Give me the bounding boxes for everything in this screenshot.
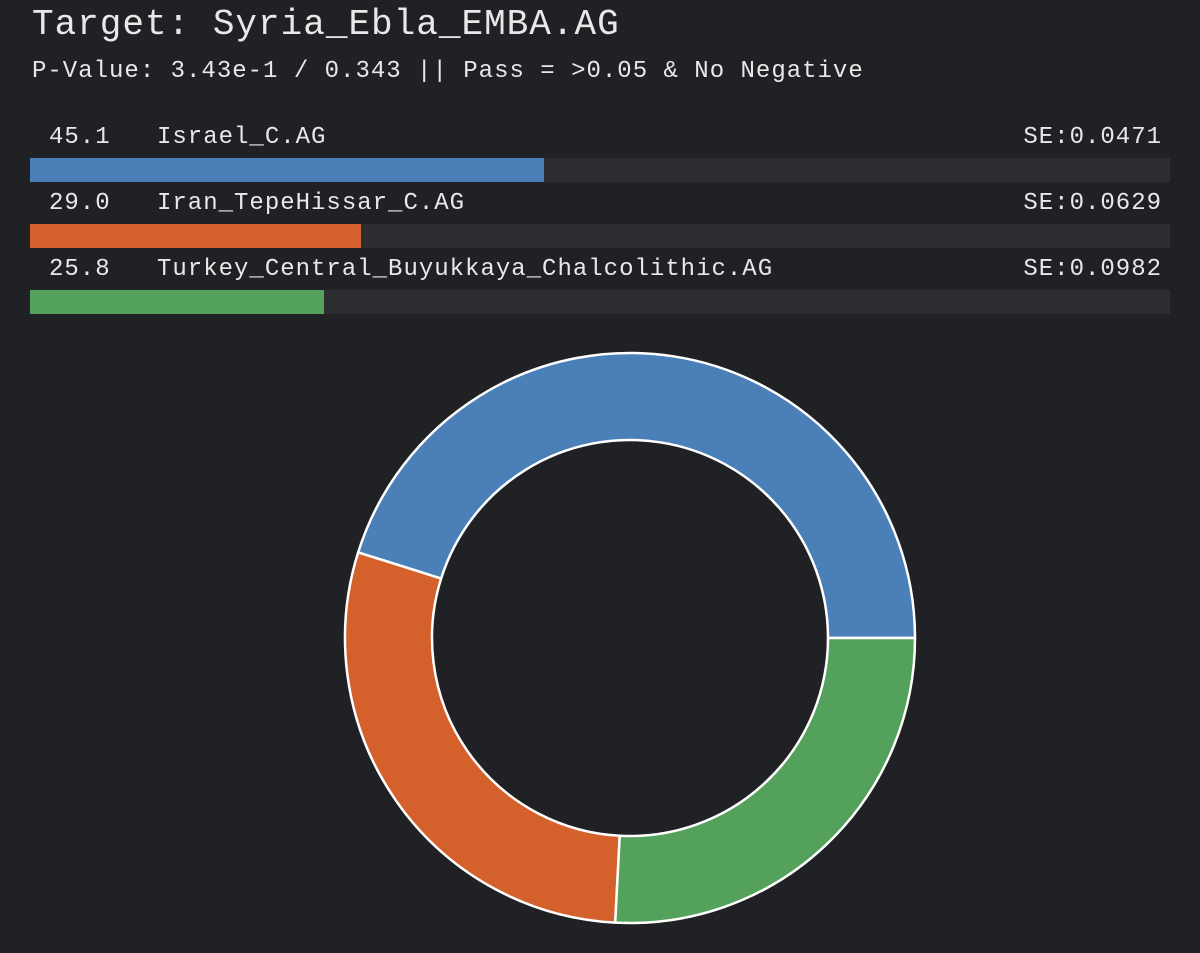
donut-chart — [343, 351, 917, 925]
donut-slice-iran — [343, 551, 621, 924]
donut-slice-turkey — [613, 636, 917, 925]
donut-slice-israel — [356, 351, 917, 640]
